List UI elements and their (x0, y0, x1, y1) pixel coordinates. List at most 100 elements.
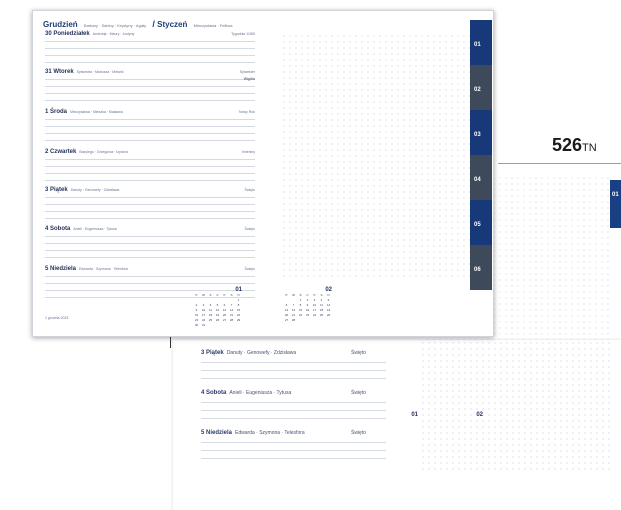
cal-day: 6 (285, 303, 288, 307)
cal-day: 10 (312, 303, 317, 307)
cal-day: 17 (312, 308, 317, 312)
cal-day (228, 298, 235, 302)
back-day-block: 3 Piątek Danuty · Genowefy · Zdzisława Św… (201, 350, 366, 356)
month-tabs: 01 02 03 04 05 06 (470, 20, 492, 290)
month-tab-05[interactable]: 05 (470, 200, 492, 245)
cal-day: 13 (284, 308, 289, 312)
day-label: 3 Piątek (45, 187, 68, 193)
back-rule (201, 362, 386, 363)
month-2: Styczeń (157, 20, 188, 29)
cal-day: 13 (222, 308, 227, 312)
back-rule (201, 370, 386, 371)
cal-day: 12 (215, 308, 220, 312)
month-1-names: Barbary · Sabiny · Krystyny · Agaty (83, 23, 147, 28)
corner-mark (170, 336, 171, 348)
right-month-tab[interactable]: 01 (610, 180, 621, 228)
cal-day: 28 (229, 318, 234, 322)
day-label: 5 Niedziela (45, 266, 77, 272)
day-name-days: Anieli · Eugeniusza · Tytusa (73, 227, 117, 231)
back-planner-page: 3 Piątek Danuty · Genowefy · Zdzisława Św… (173, 340, 621, 510)
product-code-suffix: TN (582, 142, 597, 154)
day-note: Święto (244, 227, 255, 231)
cal-day: 9 (195, 308, 198, 312)
back-day-label: 3 Piątek (201, 350, 224, 356)
cal-day: 2 (195, 303, 198, 307)
month-tab-02[interactable]: 02 (470, 65, 492, 110)
footer-date: 1 grudnia 2023 (45, 316, 69, 320)
cal-weekday: W (292, 293, 295, 297)
back-day-block: 4 Sobota Anieli · Eugeniusza · Tytusa Świ… (201, 390, 366, 396)
cal-weekday: P (313, 293, 316, 297)
cal-day: 12 (326, 303, 331, 307)
cal-day: 2 (306, 298, 309, 302)
day-label: 4 Sobota (45, 226, 71, 232)
day-label: 30 Poniedziałek (45, 31, 90, 37)
cal-weekday: N (237, 293, 240, 297)
day-block[interactable]: 31 Wtorek Sylwestra · Mariusza · Melanii … (45, 69, 255, 107)
month-tab-04[interactable]: 04 (470, 155, 492, 200)
back-day-note: Święto (351, 430, 367, 436)
cal-day: 24 (201, 318, 206, 322)
code-underline (498, 163, 621, 164)
month-tab-01[interactable]: 01 (470, 20, 492, 65)
back-rule (201, 450, 386, 451)
cal-weekday: C (216, 293, 219, 297)
cal-day: 21 (291, 313, 296, 317)
back-rule (201, 402, 386, 403)
month-tab-06[interactable]: 06 (470, 245, 492, 290)
day-block[interactable]: 1 Środa Mieczysława · Mieszka · Masława N… (45, 109, 255, 147)
cal-day: 8 (237, 303, 240, 307)
day-block[interactable]: 4 Sobota Anieli · Eugeniusza · Tytusa Świ… (45, 226, 255, 264)
cal-day (214, 298, 221, 302)
cal-day (290, 298, 297, 302)
day-block[interactable]: 3 Piątek Danuty · Genowefy · Zdzisława Św… (45, 187, 255, 225)
cal-day: 8 (299, 303, 302, 307)
day-label: 1 Środa (45, 109, 68, 115)
cal-day: 14 (229, 308, 234, 312)
day-note-2: Wigilia (243, 77, 255, 81)
cal-day: 16 (305, 308, 310, 312)
cal-weekday: W (202, 293, 205, 297)
cal-weekday: P (195, 293, 198, 297)
back-day-names: Anieli · Eugeniusza · Tytusa (229, 390, 292, 396)
cal-weekday: Ś (209, 293, 212, 297)
cal-day: 7 (230, 303, 233, 307)
cal-day: 27 (222, 318, 227, 322)
cal-day: 19 (326, 308, 331, 312)
cal-weekday: S (230, 293, 233, 297)
cal-weekday: P (285, 293, 288, 297)
day-name-days: Sylwestra · Mariusza · Melanii (76, 70, 124, 74)
month-header: Grudzień Barbary · Sabiny · Krystyny · A… (43, 19, 237, 29)
cal-day: 1 (237, 298, 240, 302)
month-1: Grudzień (43, 20, 78, 29)
cal-day: 23 (305, 313, 310, 317)
back-day-names: Danuty · Genowefy · Zdzisława (226, 350, 297, 356)
back-day-note: Święto (351, 390, 367, 396)
cal-day: 18 (319, 308, 324, 312)
month-separator: / (152, 19, 155, 29)
cal-day: 15 (236, 308, 241, 312)
cal-weekday: Ś (299, 293, 302, 297)
month-tab-03[interactable]: 03 (470, 110, 492, 155)
cal-day: 20 (284, 313, 289, 317)
cal-day: 25 (208, 318, 213, 322)
cal-day: 4 (320, 298, 323, 302)
cal-day: 18 (208, 313, 213, 317)
day-name-days: Mieczysława · Mieszka · Masława (70, 110, 123, 114)
back-day-note: Święto (351, 350, 367, 356)
cal-day: 5 (216, 303, 219, 307)
product-code: 526TN (552, 135, 597, 156)
back-day-label: 5 Niedziela (201, 430, 233, 436)
day-block[interactable]: 2 Czwartek Bazylego · Grzegorza · Izydora… (45, 149, 255, 187)
day-name-days: Edwarda · Szymona · Telesfora (79, 267, 128, 271)
day-label: 31 Wtorek (45, 69, 74, 75)
cal-day (200, 298, 207, 302)
cal-day: 10 (201, 308, 206, 312)
back-cal-month-2: 02 (476, 412, 483, 418)
day-block[interactable]: 30 Poniedziałek Andrzeja · Maury · Justyn… (45, 31, 255, 69)
cal-day: 17 (201, 313, 206, 317)
day-note: Święto (244, 188, 255, 192)
cal-day: 4 (209, 303, 212, 307)
cal-day: 1 (299, 298, 302, 302)
cal-day: 23 (194, 318, 199, 322)
